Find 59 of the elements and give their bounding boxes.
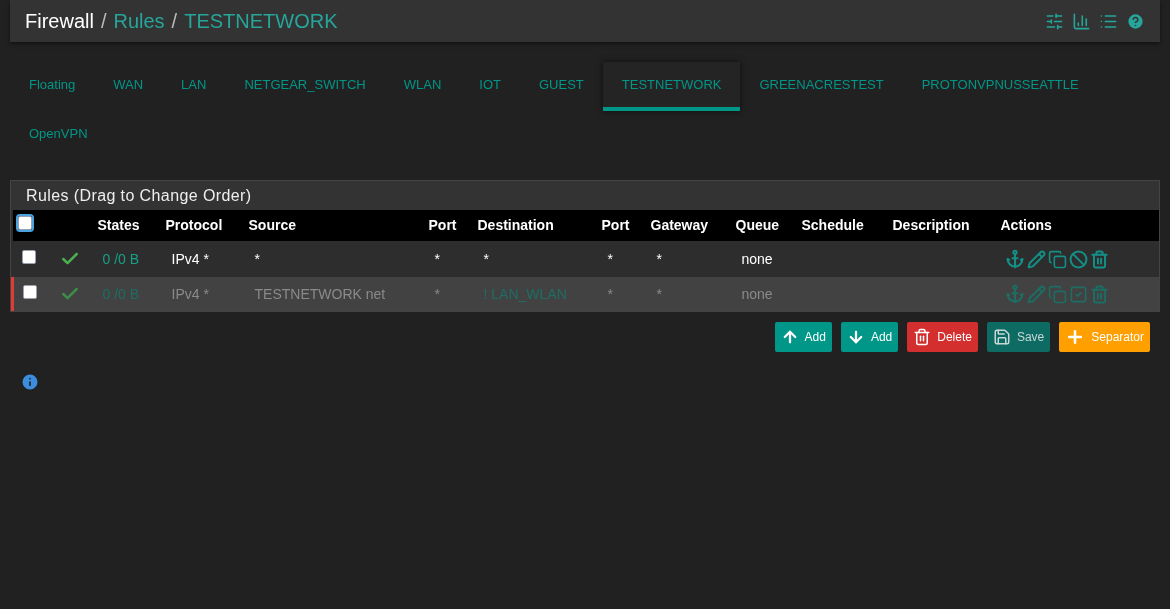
table-cell: * <box>656 285 662 302</box>
tab[interactable]: IOT <box>460 62 520 111</box>
column-header: Destination <box>477 217 554 233</box>
save-icon <box>992 328 1011 346</box>
save-button[interactable]: Save <box>986 322 1051 352</box>
table-cell: IPv4 * <box>171 285 209 302</box>
tab[interactable]: WAN <box>94 62 163 111</box>
breadcrumb-separator: / <box>100 9 107 34</box>
tab[interactable]: NETGEAR_SWITCH <box>225 62 385 111</box>
ban-icon[interactable] <box>1068 249 1088 269</box>
bar-chart-icon[interactable] <box>1072 11 1091 31</box>
breadcrumb-link[interactable]: Rules <box>113 6 165 36</box>
tab[interactable]: WLAN <box>384 62 461 111</box>
checkbox[interactable] <box>17 216 32 230</box>
checkbox[interactable] <box>21 249 36 264</box>
settings-icon[interactable] <box>1045 11 1064 31</box>
column-header: Port <box>428 217 457 233</box>
panel-title: Rules (Drag to Change Order) <box>11 181 1159 210</box>
table-cell: TESTNETWORK net <box>254 285 386 302</box>
trash-icon <box>913 328 932 346</box>
table-cell: * <box>607 250 613 267</box>
column-header: Gateway <box>650 217 709 233</box>
column-header: Description <box>892 217 970 233</box>
add-button[interactable]: Add <box>774 322 832 352</box>
column-header: Queue <box>735 217 780 233</box>
tab[interactable]: PROTONVPNUSSEATTLE <box>902 62 1098 111</box>
table-cell: * <box>607 285 613 302</box>
tab[interactable]: TESTNETWORK <box>602 62 741 111</box>
delete-button[interactable]: Delete <box>907 322 978 352</box>
table-cell: none <box>741 285 773 302</box>
trash-icon[interactable] <box>1089 249 1109 269</box>
breadcrumb-separator: / <box>171 9 178 34</box>
table-cell: * <box>254 250 260 267</box>
column-header: Actions <box>1000 217 1052 233</box>
column-header: Protocol <box>165 217 223 233</box>
table-cell: * <box>434 285 440 302</box>
table-cell: IPv4 * <box>171 250 209 267</box>
help-icon[interactable] <box>1126 11 1145 31</box>
info-icon[interactable] <box>20 372 40 392</box>
destination-text[interactable]: * <box>483 250 489 267</box>
tab[interactable]: OpenVPN <box>10 111 107 160</box>
column-header: Schedule <box>801 217 864 233</box>
table-cell: none <box>741 250 773 267</box>
tab[interactable]: Floating <box>10 62 95 111</box>
breadcrumb-text: Firewall <box>25 9 94 34</box>
anchor-icon[interactable] <box>1004 249 1025 269</box>
edit-icon[interactable] <box>1026 249 1046 269</box>
table-cell: * <box>434 250 440 267</box>
column-header: Source <box>248 217 296 233</box>
states-link[interactable]: 0 /0 B <box>102 250 140 267</box>
copy-icon[interactable] <box>1047 249 1067 269</box>
column-header: Port <box>601 217 630 233</box>
breadcrumb-link[interactable]: TESTNETWORK <box>184 6 338 36</box>
column-header: States <box>97 217 140 233</box>
tab[interactable]: GREENACRESTEST <box>740 62 903 111</box>
table-cell: * <box>656 250 662 267</box>
add-button[interactable]: Add <box>840 322 899 352</box>
tab[interactable]: GUEST <box>520 62 603 111</box>
tab[interactable]: LAN <box>162 62 226 111</box>
